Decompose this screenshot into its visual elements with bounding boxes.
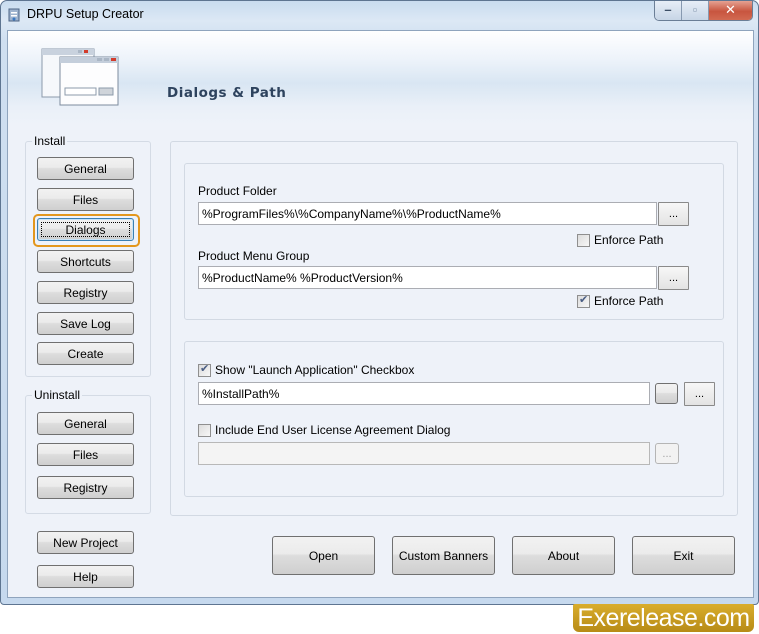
eula-browse-button[interactable]: ... <box>655 443 679 464</box>
help-button[interactable]: Help <box>37 565 134 588</box>
check-icon: ✔ <box>579 293 589 306</box>
checkbox-box: ✔ <box>198 362 211 377</box>
title-bar[interactable]: DRPU Setup Creator – ▫ ✕ <box>1 1 758 29</box>
uninstall-files-button[interactable]: Files <box>37 443 134 466</box>
launch-application-checkbox[interactable]: ✔ Show "Launch Application" Checkbox <box>198 363 414 377</box>
install-dialogs-button[interactable]: Dialogs <box>37 218 134 241</box>
window-title: DRPU Setup Creator <box>27 7 144 21</box>
product-menu-group-enforce-label: Enforce Path <box>594 294 664 308</box>
maximize-button[interactable]: ▫ <box>682 1 709 20</box>
product-folder-enforce-checkbox[interactable]: Enforce Path <box>577 233 663 247</box>
close-icon: ✕ <box>725 2 736 17</box>
maximize-icon: ▫ <box>692 2 698 17</box>
install-create-button[interactable]: Create <box>37 342 134 365</box>
uninstall-registry-button[interactable]: Registry <box>37 476 134 499</box>
dialog-windows-icon <box>41 48 119 106</box>
about-button[interactable]: About <box>512 536 615 575</box>
minimize-icon: – <box>664 2 672 17</box>
product-menu-group-browse-button[interactable]: ... <box>658 266 689 290</box>
app-icon <box>8 8 20 22</box>
install-dialogs-label: Dialogs <box>65 222 106 237</box>
product-folder-enforce-label: Enforce Path <box>594 233 664 247</box>
exit-button[interactable]: Exit <box>632 536 735 575</box>
product-menu-group-label: Product Menu Group <box>198 249 310 263</box>
close-button[interactable]: ✕ <box>709 1 752 20</box>
checkbox-box <box>577 233 590 247</box>
launch-application-input[interactable]: %InstallPath% <box>198 382 650 405</box>
new-project-button[interactable]: New Project <box>37 531 134 554</box>
install-general-button[interactable]: General <box>37 157 134 180</box>
watermark-logo: Exerelease.com <box>573 604 754 632</box>
product-menu-group-input[interactable]: %ProductName% %ProductVersion% <box>198 266 657 289</box>
launch-application-browse-button[interactable]: ... <box>684 382 715 406</box>
install-shortcuts-button[interactable]: Shortcuts <box>37 250 134 273</box>
minimize-button[interactable]: – <box>655 1 682 20</box>
check-icon: ✔ <box>200 362 210 375</box>
eula-checkbox[interactable]: Include End User License Agreement Dialo… <box>198 423 450 437</box>
checkbox-box: ✔ <box>577 293 590 308</box>
eula-label: Include End User License Agreement Dialo… <box>215 423 451 437</box>
custom-banners-button[interactable]: Custom Banners <box>392 536 495 575</box>
uninstall-general-button[interactable]: General <box>37 412 134 435</box>
page-title: Dialogs & Path <box>167 85 287 101</box>
install-group-legend: Install <box>34 134 66 148</box>
install-registry-button[interactable]: Registry <box>37 281 134 304</box>
window-controls: – ▫ ✕ <box>654 1 753 21</box>
checkbox-box <box>198 423 211 437</box>
client-area: Dialogs & Path Install General Files Dia… <box>7 30 754 598</box>
product-menu-group-enforce-checkbox[interactable]: ✔ Enforce Path <box>577 294 663 308</box>
app-window: DRPU Setup Creator – ▫ ✕ Dialogs & Path <box>0 0 759 605</box>
product-folder-browse-button[interactable]: ... <box>658 202 689 226</box>
install-save-log-button[interactable]: Save Log <box>37 312 134 335</box>
eula-file-input[interactable] <box>198 442 650 465</box>
uninstall-group-legend: Uninstall <box>34 388 81 402</box>
open-button[interactable]: Open <box>272 536 375 575</box>
launch-application-option-button[interactable] <box>655 383 678 404</box>
product-folder-input[interactable]: %ProgramFiles%\%CompanyName%\%ProductNam… <box>198 202 657 225</box>
header-banner: Dialogs & Path <box>8 31 753 126</box>
product-folder-label: Product Folder <box>198 184 277 198</box>
install-files-button[interactable]: Files <box>37 188 134 211</box>
launch-application-label: Show "Launch Application" Checkbox <box>215 363 415 377</box>
